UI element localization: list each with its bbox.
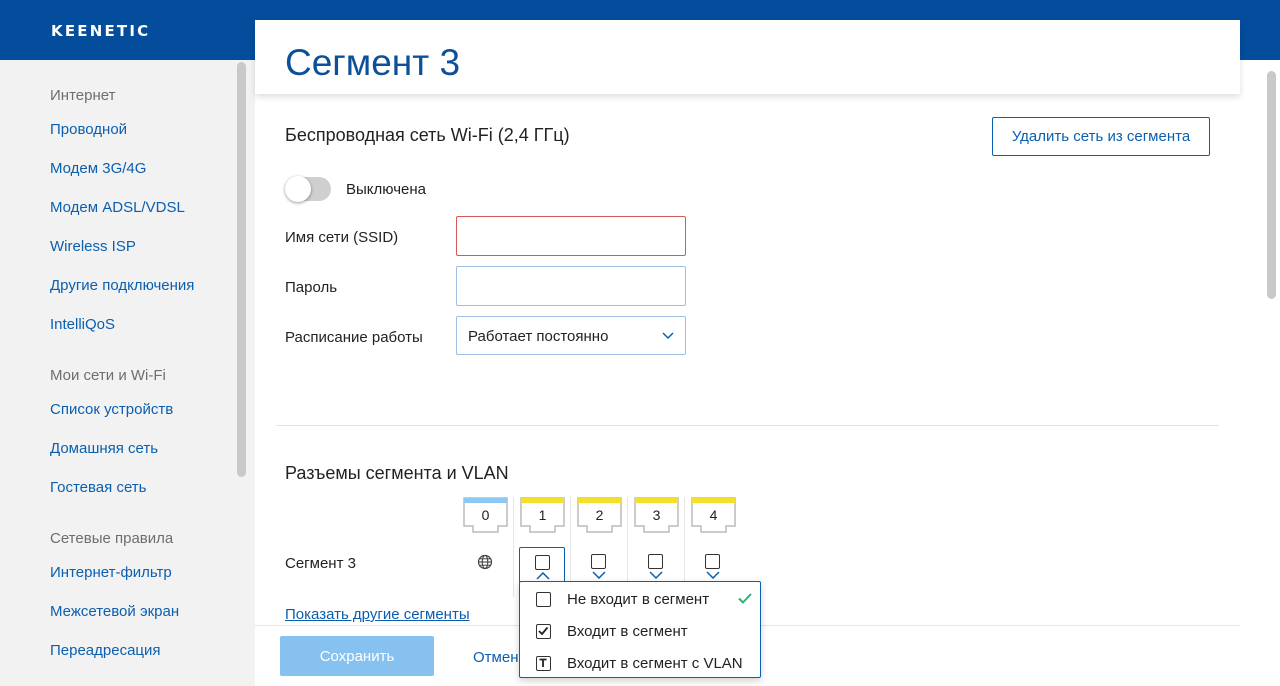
sidebar-item-device-list[interactable]: Список устройств [50, 401, 173, 418]
chevron-down-icon [662, 332, 674, 340]
checkbox-tagged-icon [536, 656, 551, 671]
menu-item-in-segment-vlan[interactable]: Входит в сегмент с VLAN [520, 647, 760, 679]
sidebar-item-firewall[interactable]: Межсетевой экран [50, 603, 179, 620]
schedule-select[interactable]: Работает постоянно [456, 316, 686, 355]
port-4-checkbox [705, 554, 720, 569]
sidebar-item-modem-3g4g[interactable]: Модем 3G/4G [50, 160, 146, 177]
wifi-section-title: Беспроводная сеть Wi-Fi (2,4 ГГц) [285, 125, 570, 145]
page-header: Сегмент 3 [255, 20, 1240, 94]
checkbox-empty-icon [536, 592, 551, 607]
port-3-checkbox [648, 554, 663, 569]
remove-network-button[interactable]: Удалить сеть из сегмента [992, 117, 1210, 156]
ssid-input[interactable] [456, 216, 686, 256]
menu-item-label: Не входит в сегмент [567, 591, 710, 608]
section-divider [276, 425, 1219, 426]
chevron-up-icon [536, 572, 550, 580]
menu-item-not-in-segment[interactable]: Не входит в сегмент [520, 583, 760, 615]
port-4-label: 4 [709, 507, 718, 523]
sidebar-item-wired[interactable]: Проводной [50, 121, 127, 138]
port-column-divider [513, 497, 514, 597]
sidebar-item-internet-filter[interactable]: Интернет-фильтр [50, 564, 172, 581]
menu-item-in-segment[interactable]: Входит в сегмент [520, 615, 760, 647]
page-title: Сегмент 3 [285, 42, 461, 83]
port-2-checkbox [591, 554, 606, 569]
segment-row-label: Сегмент 3 [285, 555, 356, 572]
menu-item-label: Входит в сегмент с VLAN [567, 655, 743, 672]
toggle-knob [285, 176, 311, 202]
sidebar-group-network-rules: Сетевые правила [50, 530, 174, 547]
sidebar-group-my-networks: Мои сети и Wi-Fi [50, 367, 166, 384]
sidebar-item-wireless-isp[interactable]: Wireless ISP [50, 238, 136, 255]
checkmark-icon [738, 593, 752, 604]
globe-icon [477, 554, 493, 570]
sidebar-item-port-forwarding[interactable]: Переадресация [50, 642, 161, 659]
sidebar-group-internet: Интернет [50, 87, 116, 104]
wifi-enable-toggle[interactable] [285, 176, 331, 202]
port-1-icon[interactable]: 1 [519, 496, 566, 534]
checkbox-checked-icon [536, 624, 551, 639]
sidebar-scrollbar[interactable] [237, 62, 246, 477]
menu-item-label: Входит в сегмент [567, 623, 688, 640]
schedule-label: Расписание работы [285, 329, 423, 346]
port-3-label: 3 [652, 507, 661, 523]
sidebar-item-intelliqos[interactable]: IntelliQoS [50, 316, 115, 333]
port-2-label: 2 [595, 507, 604, 523]
sidebar-item-home-network[interactable]: Домашняя сеть [50, 440, 158, 457]
port-2-membership-select[interactable] [576, 547, 622, 582]
port-4-membership-select[interactable] [690, 547, 736, 582]
password-label: Пароль [285, 279, 338, 296]
logo[interactable]: KEENETIC [51, 22, 150, 40]
password-input[interactable] [456, 266, 686, 306]
save-button[interactable]: Сохранить [280, 636, 434, 676]
port-3-membership-select[interactable] [633, 547, 679, 582]
tag-t-icon [539, 658, 547, 667]
port-membership-menu: Не входит в сегмент Входит в сегмент Вхо… [519, 581, 761, 678]
chevron-down-icon [706, 571, 720, 579]
port-2-icon[interactable]: 2 [576, 496, 623, 534]
port-1-membership-select[interactable] [519, 547, 565, 582]
check-glyph-icon [538, 626, 549, 636]
sidebar-item-other-connections[interactable]: Другие подключения [50, 277, 194, 294]
ports-section-title: Разъемы сегмента и VLAN [285, 463, 509, 483]
port-1-checkbox [535, 555, 550, 570]
schedule-select-value: Работает постоянно [468, 328, 609, 345]
chevron-down-icon [592, 571, 606, 579]
port-0-wan-icon[interactable]: 0 [462, 496, 509, 534]
chevron-down-icon [649, 571, 663, 579]
ssid-label: Имя сети (SSID) [285, 229, 399, 246]
wifi-toggle-label: Выключена [346, 181, 426, 198]
port-0-label: 0 [481, 507, 490, 523]
page-scrollbar[interactable] [1267, 71, 1276, 299]
port-1-label: 1 [538, 507, 547, 523]
sidebar-item-modem-adsl[interactable]: Модем ADSL/VDSL [50, 199, 185, 216]
port-3-icon[interactable]: 3 [633, 496, 680, 534]
show-other-segments-link[interactable]: Показать другие сегменты [285, 606, 470, 623]
port-4-icon[interactable]: 4 [690, 496, 737, 534]
sidebar-item-guest-network[interactable]: Гостевая сеть [50, 479, 146, 496]
